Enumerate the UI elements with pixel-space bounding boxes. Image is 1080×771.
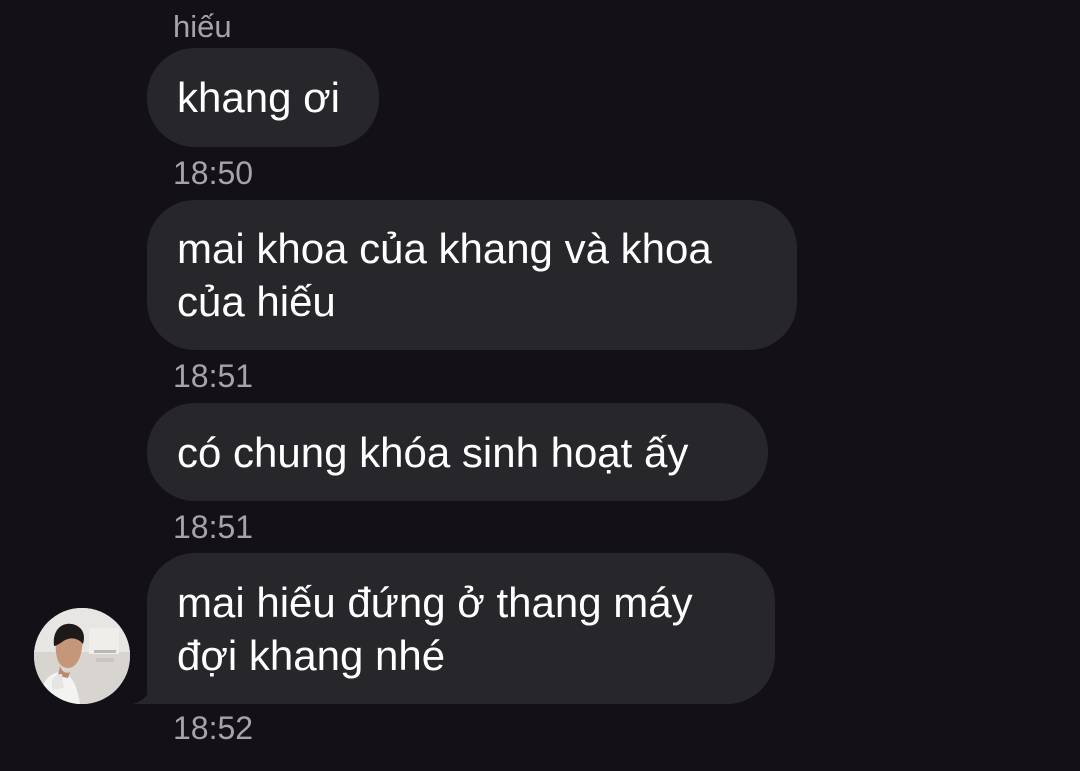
- message-bubble[interactable]: mai hiếu đứng ở thang máy đợi khang nhé: [147, 553, 775, 704]
- avatar-photo-icon: [34, 608, 130, 704]
- message-bubble[interactable]: khang ơi: [147, 48, 379, 147]
- message-bubble[interactable]: có chung khóa sinh hoạt ấy: [147, 403, 768, 501]
- message-timestamp: 18:50: [173, 155, 254, 191]
- message-timestamp: 18:51: [173, 358, 254, 394]
- message-timestamp: 18:51: [173, 509, 254, 545]
- sender-avatar[interactable]: [34, 608, 130, 704]
- message-text: có chung khóa sinh hoạt ấy: [177, 428, 689, 476]
- message-text: mai khoa của khang và khoa của hiếu: [177, 225, 712, 325]
- message-text: khang ơi: [177, 74, 340, 121]
- message-bubble[interactable]: mai khoa của khang và khoa của hiếu: [147, 200, 797, 350]
- message-timestamp: 18:52: [173, 710, 254, 746]
- sender-name: hiếu: [173, 9, 232, 44]
- message-text: mai hiếu đứng ở thang máy đợi khang nhé: [177, 578, 693, 679]
